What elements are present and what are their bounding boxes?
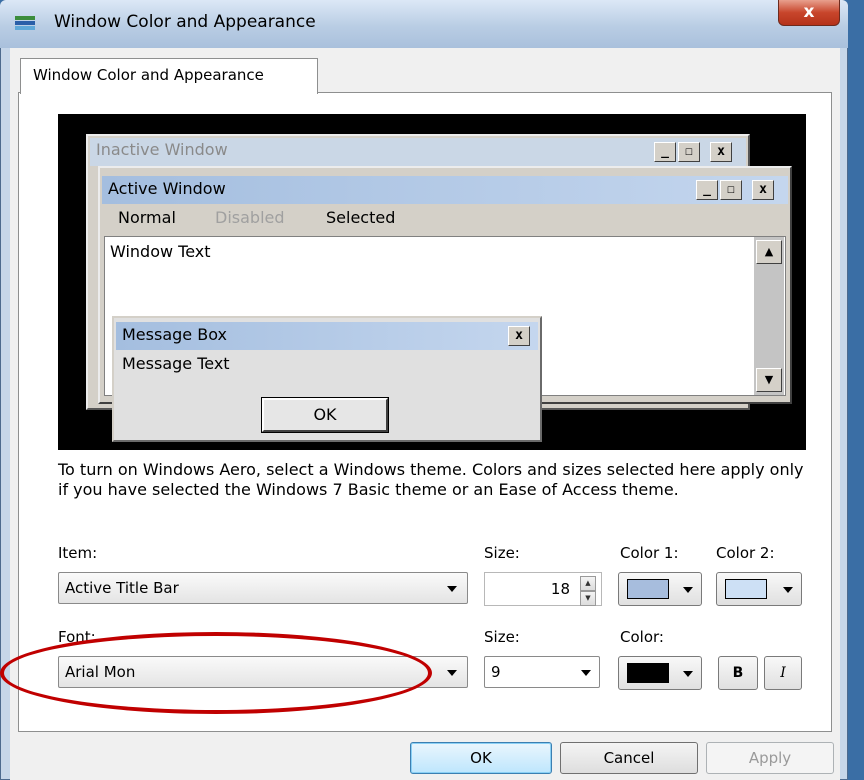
preview-menu-normal[interactable]: Normal bbox=[118, 208, 176, 227]
chevron-down-icon bbox=[447, 670, 457, 676]
chevron-down-icon bbox=[783, 587, 793, 593]
tab-window-color-appearance[interactable]: Window Color and Appearance bbox=[20, 58, 318, 94]
color2-swatch bbox=[725, 579, 767, 599]
preview-inactive-close-icon: x bbox=[710, 142, 732, 162]
color1-picker-button[interactable] bbox=[618, 572, 702, 606]
preview-active-maximize-icon: ☐ bbox=[720, 180, 742, 200]
close-button[interactable]: x bbox=[778, 0, 840, 26]
preview-window-text: Window Text bbox=[110, 242, 211, 261]
font-color-picker-button[interactable] bbox=[618, 656, 702, 690]
window-title: Window Color and Appearance bbox=[54, 12, 316, 32]
font-size-select[interactable]: 9 bbox=[484, 656, 600, 688]
annotation-highlight-ellipse bbox=[0, 632, 432, 714]
spin-down-icon[interactable]: ▼ bbox=[580, 591, 596, 606]
preview-menu-disabled[interactable]: Disabled bbox=[215, 208, 285, 227]
chevron-down-icon bbox=[683, 587, 693, 593]
spin-up-icon[interactable]: ▲ bbox=[580, 576, 596, 591]
preview-message-box-close-icon: x bbox=[508, 326, 530, 346]
preview-inactive-title: Inactive Window bbox=[96, 140, 228, 159]
scroll-up-icon: ▲ bbox=[756, 240, 782, 264]
preview-inactive-minimize-icon: _ bbox=[654, 142, 676, 162]
apply-button[interactable]: Apply bbox=[706, 742, 834, 774]
app-icon bbox=[14, 14, 36, 32]
chevron-down-icon bbox=[581, 670, 591, 676]
ok-button[interactable]: OK bbox=[410, 742, 552, 774]
item-size-value: 18 bbox=[550, 580, 570, 598]
chevron-down-icon bbox=[447, 586, 457, 592]
preview-active-title: Active Window bbox=[108, 179, 226, 198]
font-size-value: 9 bbox=[491, 663, 501, 681]
bold-button[interactable]: B bbox=[718, 656, 758, 690]
font-color-label: Color: bbox=[620, 628, 664, 646]
preview-inactive-maximize-icon: ☐ bbox=[678, 142, 700, 162]
item-size-label: Size: bbox=[484, 544, 520, 562]
item-label: Item: bbox=[58, 544, 98, 562]
preview-active-close-icon: x bbox=[752, 180, 774, 200]
color2-label: Color 2: bbox=[716, 544, 775, 562]
item-select-value: Active Title Bar bbox=[65, 579, 179, 597]
preview-message-box-title: Message Box bbox=[122, 325, 227, 344]
font-size-label: Size: bbox=[484, 628, 520, 646]
aero-description: To turn on Windows Aero, select a Window… bbox=[58, 460, 804, 499]
preview-message-text: Message Text bbox=[122, 354, 230, 373]
cancel-button[interactable]: Cancel bbox=[560, 742, 698, 774]
color1-label: Color 1: bbox=[620, 544, 679, 562]
preview-menu-selected[interactable]: Selected bbox=[326, 208, 395, 227]
preview-active-minimize-icon: _ bbox=[696, 180, 718, 200]
italic-button[interactable]: I bbox=[764, 656, 802, 690]
chevron-down-icon bbox=[683, 671, 693, 677]
font-color-swatch bbox=[627, 663, 669, 683]
scroll-down-icon: ▼ bbox=[756, 368, 782, 392]
color2-picker-button[interactable] bbox=[716, 572, 802, 606]
item-select[interactable]: Active Title Bar bbox=[58, 572, 468, 604]
preview-message-ok-button[interactable]: OK bbox=[261, 397, 389, 433]
color1-swatch bbox=[627, 579, 669, 599]
